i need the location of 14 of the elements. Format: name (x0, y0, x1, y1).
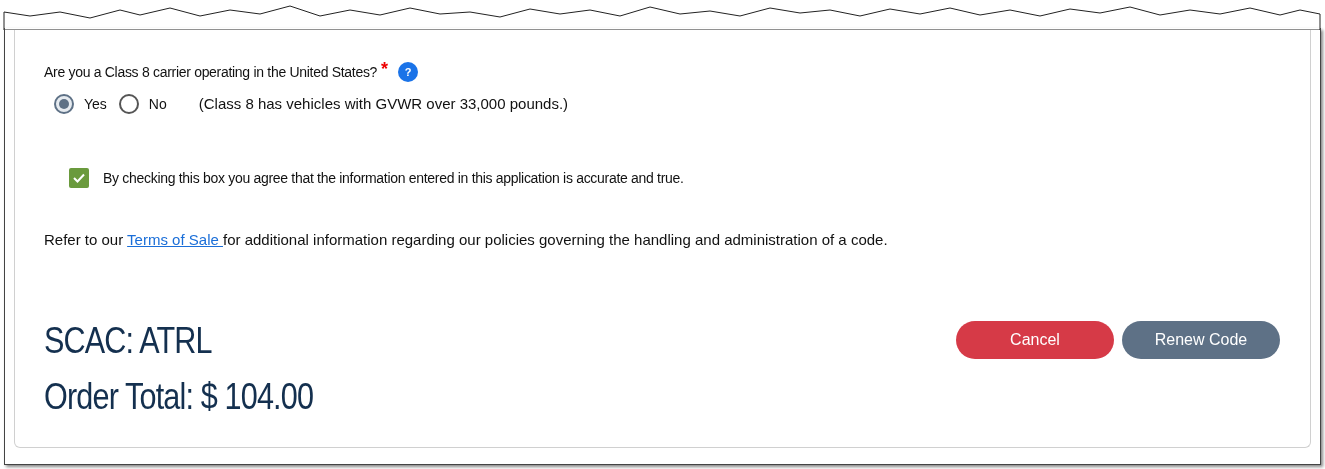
terms-text: Refer to our Terms of Sale for additional information regarding our policies governing the handling and administration of a code. (44, 229, 889, 250)
check-icon (72, 171, 86, 185)
cancel-button[interactable]: Cancel (956, 321, 1114, 359)
order-total: Order Total: $ 104.00 (44, 377, 314, 417)
class-note: (Class 8 has vehicles with GVWR over 33,000 pounds.) (198, 94, 569, 114)
agreement-checkbox[interactable]: By checking this box you agree that the information entered in this application is accurate and true. (69, 167, 1281, 189)
radio-option[interactable]: Yes (54, 93, 107, 115)
terms-link[interactable]: Terms of Sale (127, 230, 223, 248)
renew-code-button[interactable]: Renew Code (1122, 321, 1280, 359)
scac-heading: SCAC: ATRL (44, 321, 213, 361)
question-label: Are you a Class 8 carrier operating in the United States? (44, 63, 378, 82)
radio-option[interactable]: No (118, 93, 167, 115)
help-icon[interactable]: ? (398, 62, 419, 82)
required-mark: * (381, 62, 389, 76)
